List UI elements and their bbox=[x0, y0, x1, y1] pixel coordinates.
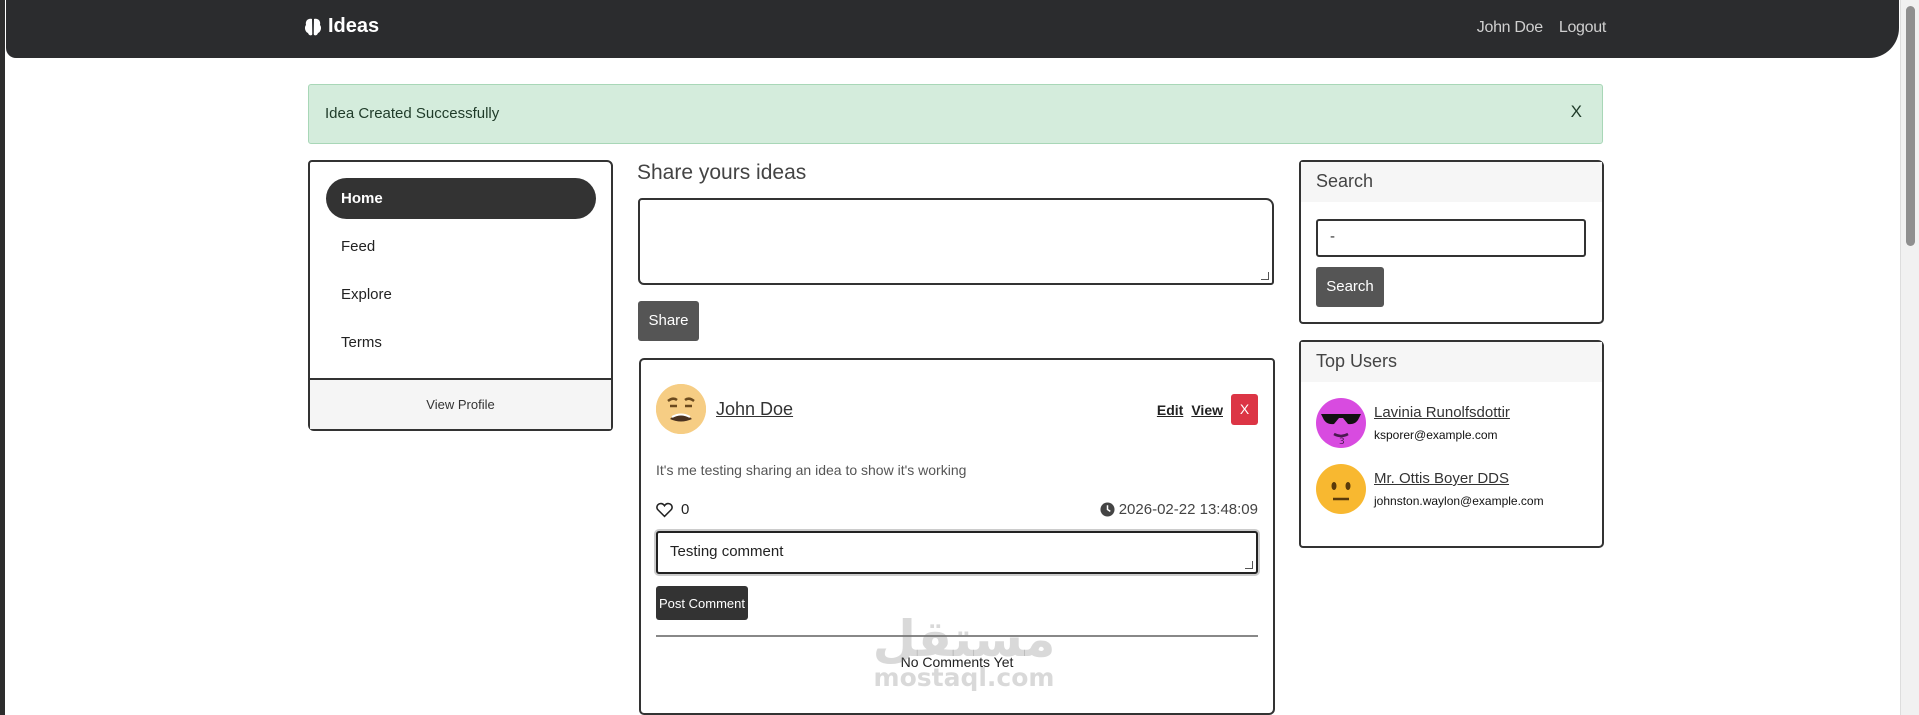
edit-post-link[interactable]: Edit bbox=[1157, 402, 1183, 418]
post-date-text: 2026-02-22 13:48:09 bbox=[1118, 501, 1258, 518]
top-users-card: Top Users 3 Lavinia Runolfsdottir kspore… bbox=[1299, 340, 1604, 548]
top-users-title: Top Users bbox=[1301, 342, 1602, 382]
brain-icon bbox=[304, 18, 322, 35]
nav-user-links: John Doe Logout bbox=[1477, 19, 1607, 37]
resize-handle-icon[interactable] bbox=[1261, 272, 1269, 280]
alert-close-button[interactable]: X bbox=[1571, 102, 1582, 122]
mostaql-watermark: مستقل mostaql.com bbox=[871, 613, 1057, 691]
comment-textarea[interactable]: Testing comment bbox=[656, 531, 1258, 574]
nav-profile-link[interactable]: John Doe bbox=[1477, 19, 1543, 37]
scrollbar-thumb[interactable] bbox=[1906, 6, 1915, 246]
post-content: It's me testing sharing an idea to show … bbox=[656, 462, 967, 478]
top-user-email: ksporer@example.com bbox=[1374, 428, 1498, 442]
top-user-email: johnston.waylon@example.com bbox=[1374, 494, 1544, 508]
heart-icon bbox=[656, 502, 673, 517]
svg-text:3: 3 bbox=[1339, 437, 1345, 447]
sidebar-nav: Home Feed Explore Terms View Profile bbox=[308, 160, 613, 431]
top-user-item: Mr. Ottis Boyer DDS johnston.waylon@exam… bbox=[1316, 464, 1586, 516]
emoji-screaming-icon bbox=[656, 384, 706, 434]
search-input[interactable]: - bbox=[1316, 219, 1586, 257]
success-alert: Idea Created Successfully X bbox=[308, 84, 1603, 144]
search-button[interactable]: Search bbox=[1316, 267, 1384, 307]
post-actions: Edit View X bbox=[1157, 394, 1258, 425]
top-navbar: Ideas John Doe Logout bbox=[6, 0, 1899, 58]
share-button[interactable]: Share bbox=[638, 301, 699, 341]
post-timestamp: 2026-02-22 13:48:09 bbox=[1100, 501, 1258, 518]
sidebar-item-home[interactable]: Home bbox=[326, 178, 596, 219]
like-count: 0 bbox=[681, 501, 690, 518]
watermark-latin: mostaql.com bbox=[873, 663, 1055, 692]
emoji-neutral-avatar-icon bbox=[1316, 464, 1366, 514]
top-user-name-link[interactable]: Mr. Ottis Boyer DDS bbox=[1374, 470, 1509, 487]
share-title: Share yours ideas bbox=[637, 161, 807, 184]
view-profile-link[interactable]: View Profile bbox=[310, 378, 611, 429]
page-scrollbar[interactable] bbox=[1900, 0, 1919, 715]
search-card-title: Search bbox=[1301, 162, 1602, 202]
view-post-link[interactable]: View bbox=[1191, 402, 1223, 418]
post-comment-button[interactable]: Post Comment bbox=[656, 586, 748, 620]
clock-icon bbox=[1100, 502, 1115, 517]
search-card: Search - Search bbox=[1299, 160, 1604, 324]
like-button[interactable]: 0 bbox=[656, 501, 689, 518]
brand-logo[interactable]: Ideas bbox=[303, 15, 379, 38]
share-idea-textarea[interactable] bbox=[638, 198, 1274, 285]
sidebar-item-feed[interactable]: Feed bbox=[326, 226, 596, 267]
sidebar-item-explore[interactable]: Explore bbox=[326, 274, 596, 315]
brand-name: Ideas bbox=[328, 15, 380, 37]
comment-input-value: Testing comment bbox=[670, 543, 784, 560]
watermark-arabic: مستقل bbox=[872, 610, 1056, 668]
top-user-name-link[interactable]: Lavinia Runolfsdottir bbox=[1374, 404, 1510, 421]
resize-handle-icon[interactable] bbox=[1245, 561, 1253, 569]
post-author-link[interactable]: John Doe bbox=[716, 399, 793, 420]
delete-post-button[interactable]: X bbox=[1231, 394, 1258, 425]
top-user-item: 3 Lavinia Runolfsdottir ksporer@example.… bbox=[1316, 398, 1586, 450]
emoji-sunglasses-avatar-icon: 3 bbox=[1316, 398, 1366, 448]
nav-logout-link[interactable]: Logout bbox=[1559, 19, 1606, 37]
sidebar-item-terms[interactable]: Terms bbox=[326, 322, 596, 363]
alert-message: Idea Created Successfully bbox=[325, 105, 500, 122]
